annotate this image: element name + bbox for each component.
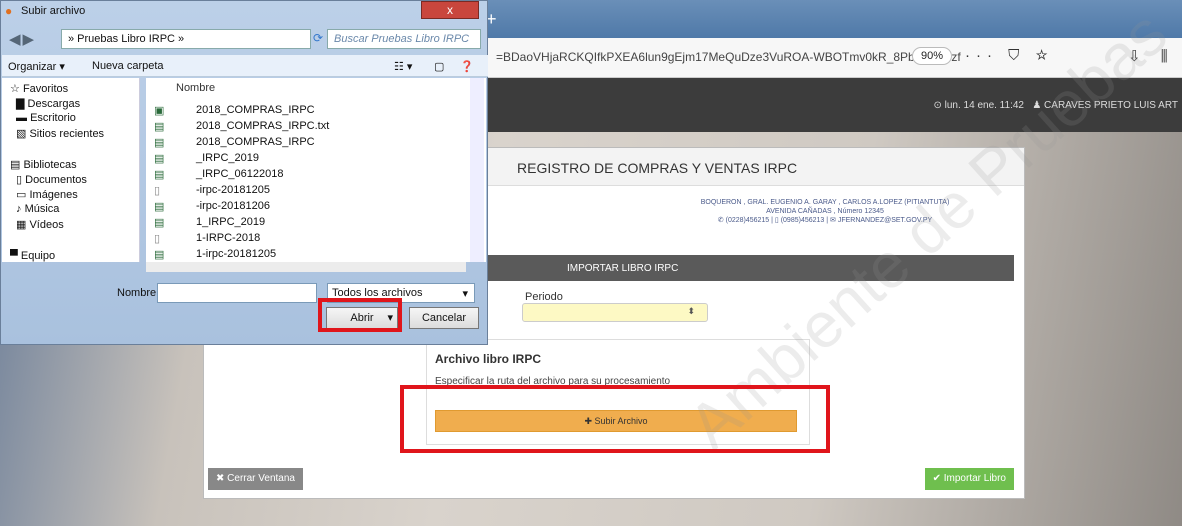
tree-item-videos[interactable]: ▦ Vídeos	[16, 218, 64, 231]
file-list-scrollbar[interactable]	[470, 78, 484, 262]
page-actions-icons[interactable]: ··· ⛉ ☆	[965, 47, 1054, 64]
file-icon: ▤	[154, 121, 165, 133]
file-icon: ▤	[154, 169, 165, 181]
path-breadcrumb[interactable]: » Pruebas Libro IRPC »	[61, 29, 311, 49]
organizar-menu[interactable]: Organizar ▾	[8, 60, 65, 73]
tree-item-equipo[interactable]: ▀ Equipo	[10, 250, 55, 262]
periodo-select[interactable]: ⬍	[522, 303, 708, 322]
file-icon: ▣	[154, 105, 165, 117]
file-list-item[interactable]: 2018_COMPRAS_IRPC.txt	[196, 120, 329, 132]
url-text[interactable]: =BDaoVHjaRCKQIfkPXEA6lun9gEjm17MeQuDze3V…	[496, 50, 961, 64]
column-header-nombre[interactable]: Nombre	[176, 82, 215, 94]
highlight-abrir	[318, 298, 402, 332]
help-icon[interactable]: ❓	[460, 60, 474, 73]
refresh-icon[interactable]: ⟳	[313, 31, 323, 45]
dialog-title: Subir archivo	[21, 5, 86, 17]
chevron-down-icon: ▾	[462, 288, 468, 300]
file-list-item[interactable]: 2018_COMPRAS_IRPC	[196, 136, 315, 148]
downloads-icon: ▇	[16, 98, 25, 110]
tree-item-imagenes[interactable]: ▭ Imágenes	[16, 188, 78, 201]
file-icon: ▤	[154, 249, 165, 261]
tree-item-descargas[interactable]: ▇ Descargas	[16, 97, 80, 110]
highlight-subir	[400, 385, 830, 453]
file-icon: ▤	[154, 137, 165, 149]
file-icon: ▯	[154, 233, 161, 245]
favorites-icon: ☆	[10, 83, 20, 95]
pictures-icon: ▭	[16, 189, 27, 201]
back-forward-icon[interactable]: ◀▶	[9, 30, 36, 48]
dialog-toolbar: Organizar ▾ Nueva carpeta ☷ ▾ ▢ ❓	[2, 55, 488, 77]
select-arrow-icon: ⬍	[687, 306, 695, 316]
library-icon: ▤	[10, 159, 21, 171]
file-list-item[interactable]: -irpc-20181206	[196, 200, 270, 212]
file-list-item[interactable]: -irpc-20181205	[196, 184, 270, 196]
tree-item-bibliotecas[interactable]: ▤ Bibliotecas	[10, 158, 77, 171]
file-list-item[interactable]: _IRPC_2019	[196, 152, 259, 164]
tree-item-favoritos[interactable]: ☆ Favoritos	[10, 82, 68, 95]
firefox-icon: ●	[5, 4, 13, 18]
desktop-icon: ▬	[16, 112, 27, 124]
cancelar-button[interactable]: Cancelar	[409, 307, 479, 329]
tree-item-escritorio[interactable]: ▬ Escritorio	[16, 112, 76, 124]
tree-item-musica[interactable]: ♪ Música	[16, 203, 59, 215]
horizontal-scrollbar[interactable]	[146, 262, 466, 272]
music-icon: ♪	[16, 203, 22, 215]
videos-icon: ▦	[16, 219, 27, 231]
file-list-item[interactable]: 2018_COMPRAS_IRPC	[196, 104, 315, 116]
dialog-close-button[interactable]: x	[421, 1, 479, 19]
file-icon: ▤	[154, 201, 165, 213]
periodo-label: Periodo	[525, 291, 563, 303]
modal-title: REGISTRO DE COMPRAS Y VENTAS IRPC	[517, 160, 798, 176]
importar-libro-button[interactable]: ✔ Importar Libro	[924, 468, 1014, 490]
tree-item-recientes[interactable]: ▧ Sitios recientes	[16, 127, 104, 140]
nueva-carpeta-button[interactable]: Nueva carpeta	[92, 60, 164, 72]
view-options-icon[interactable]: ☷ ▾	[394, 60, 412, 73]
file-icon: ▤	[154, 153, 165, 165]
dialog-search-input[interactable]: Buscar Pruebas Libro IRPC	[327, 29, 481, 49]
file-dialog: ● Subir archivo x ◀▶ » Pruebas Libro IRP…	[0, 0, 488, 345]
file-list: Nombre ▣ 2018_COMPRAS_IRPC ▤ 2018_COMPRAS_I…	[146, 78, 486, 262]
archivo-title: Archivo libro IRPC	[435, 352, 542, 366]
documents-icon: ▯	[16, 174, 23, 186]
nombre-label: Nombre:	[117, 287, 160, 299]
recent-icon: ▧	[16, 128, 27, 140]
dialog-nav-row: ◀▶ » Pruebas Libro IRPC » ⟳ Buscar Prueb…	[9, 27, 481, 51]
computer-icon: ▀	[10, 250, 18, 262]
tree-item-documentos[interactable]: ▯ Documentos	[16, 173, 87, 186]
preview-pane-icon[interactable]: ▢	[434, 60, 444, 73]
zoom-level[interactable]: 90%	[912, 47, 953, 65]
nombre-input[interactable]	[157, 283, 317, 303]
redacted-area	[176, 104, 194, 262]
navigation-pane: ☆ Favoritos ▇ Descargas ▬ Escritorio ▧ S…	[2, 78, 140, 262]
file-list-item[interactable]: _IRPC_06122018	[196, 168, 283, 180]
file-list-item[interactable]: 1_IRPC_2019	[196, 216, 265, 228]
file-icon: ▤	[154, 217, 165, 229]
file-icon: ▯	[154, 185, 161, 197]
import-section-title: IMPORTAR LIBRO IRPC	[567, 263, 679, 274]
file-list-item[interactable]: 1-irpc-20181205	[196, 248, 276, 260]
cerrar-ventana-button[interactable]: ✖ Cerrar Ventana	[208, 468, 303, 490]
file-list-item[interactable]: 1-IRPC-2018	[196, 232, 260, 244]
